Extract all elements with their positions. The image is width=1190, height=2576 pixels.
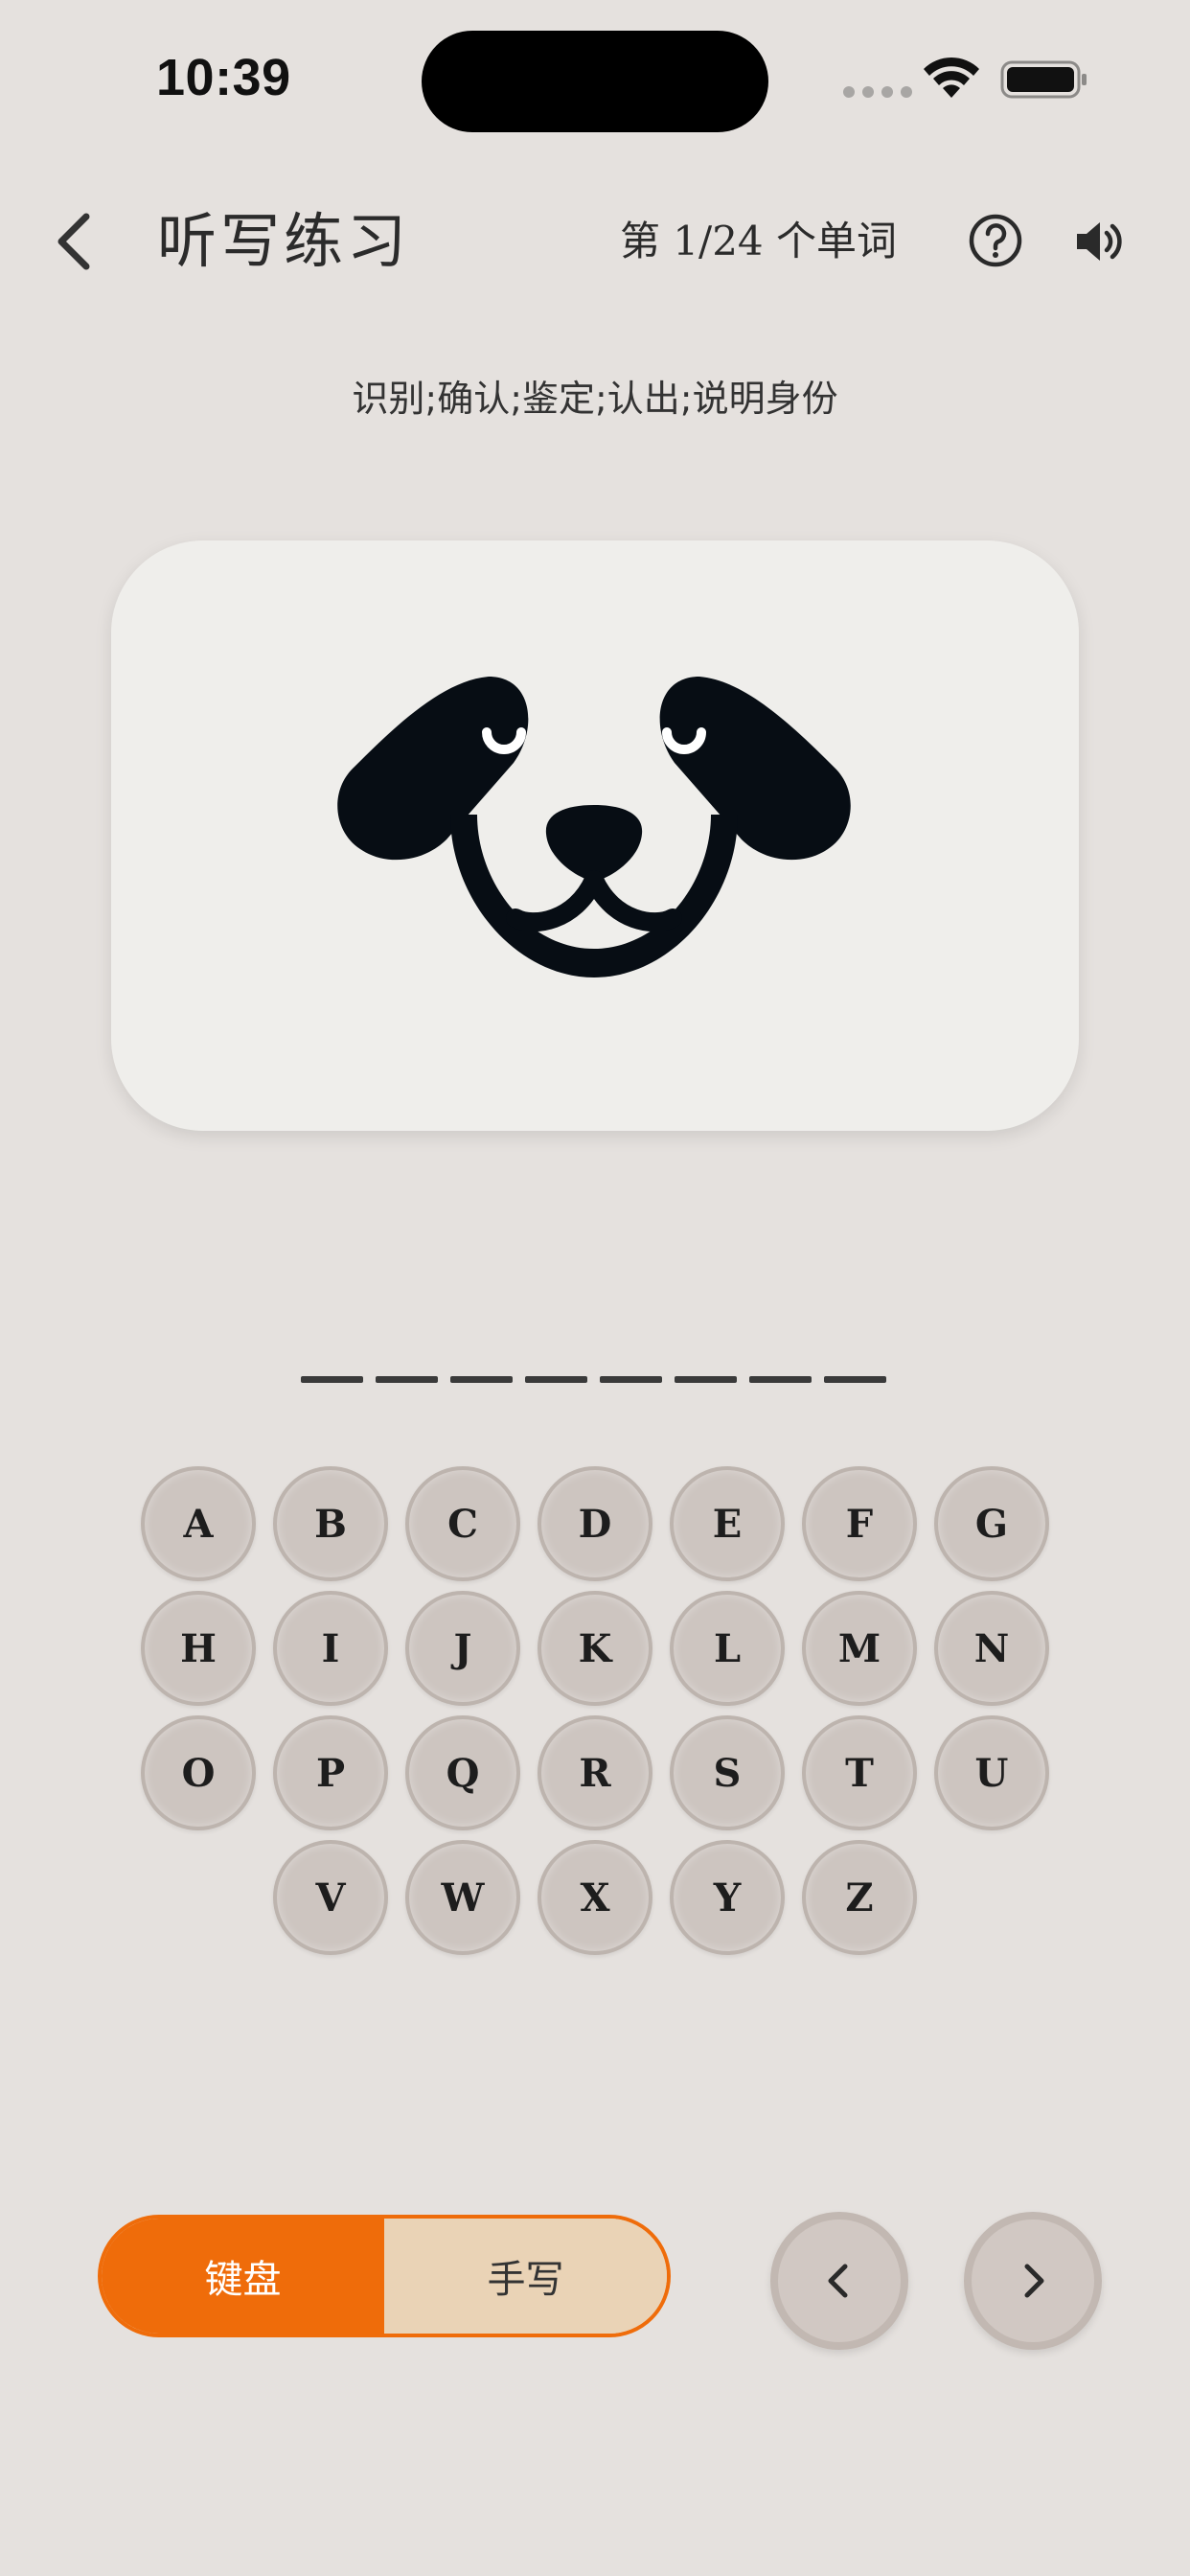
letter-keyboard: ABCDEFGHIJKLMNOPQRSTUVWXYZ: [0, 1466, 1190, 1965]
letter-key-u[interactable]: U: [934, 1715, 1049, 1830]
word-definition: 识别;确认;鉴定;认出;说明身份: [352, 378, 838, 420]
letter-key-q[interactable]: Q: [405, 1715, 520, 1830]
letter-key-t[interactable]: T: [802, 1715, 917, 1830]
letter-key-x[interactable]: X: [538, 1840, 652, 1955]
dynamic-island: [422, 31, 768, 132]
page-title: 听写练习: [157, 206, 411, 276]
letter-key-m[interactable]: M: [802, 1591, 917, 1706]
keyboard-row: VWXYZ: [0, 1840, 1190, 1955]
letter-key-d[interactable]: D: [538, 1466, 652, 1581]
letter-key-h[interactable]: H: [141, 1591, 256, 1706]
letter-key-i[interactable]: I: [273, 1591, 388, 1706]
chevron-right-icon: [1024, 2264, 1044, 2298]
chevron-left-icon: [828, 2264, 848, 2298]
answer-slot: [824, 1376, 886, 1383]
letter-key-k[interactable]: K: [538, 1591, 652, 1706]
letter-key-w[interactable]: W: [405, 1840, 520, 1955]
keyboard-row: OPQRSTU: [0, 1715, 1190, 1830]
next-word-button[interactable]: [964, 2212, 1102, 2350]
handwrite-mode-button[interactable]: 手写: [384, 2219, 667, 2334]
letter-key-c[interactable]: C: [405, 1466, 520, 1581]
answer-slot: [600, 1376, 662, 1383]
answer-slot: [376, 1376, 438, 1383]
letter-key-j[interactable]: J: [405, 1591, 520, 1706]
letter-key-f[interactable]: F: [802, 1466, 917, 1581]
battery-icon: [1000, 60, 1087, 99]
input-mode-toggle: 键盘 手写: [98, 2215, 671, 2337]
answer-slot: [525, 1376, 587, 1383]
letter-key-s[interactable]: S: [670, 1715, 785, 1830]
letter-key-a[interactable]: A: [141, 1466, 256, 1581]
speaker-icon[interactable]: [1073, 215, 1127, 268]
answer-slot: [301, 1376, 363, 1383]
letter-key-o[interactable]: O: [141, 1715, 256, 1830]
status-time: 10:39: [156, 49, 291, 106]
answer-slots: [301, 1376, 886, 1383]
answer-slot: [450, 1376, 513, 1383]
dog-face-icon: [337, 677, 851, 978]
keyboard-row: HIJKLMN: [0, 1591, 1190, 1706]
letter-key-g[interactable]: G: [934, 1466, 1049, 1581]
letter-key-r[interactable]: R: [538, 1715, 652, 1830]
letter-key-b[interactable]: B: [273, 1466, 388, 1581]
letter-key-l[interactable]: L: [670, 1591, 785, 1706]
letter-key-p[interactable]: P: [273, 1715, 388, 1830]
answer-slot: [749, 1376, 812, 1383]
keyboard-mode-button[interactable]: 键盘: [102, 2219, 384, 2334]
previous-word-button[interactable]: [770, 2212, 908, 2350]
word-progress: 第 1/24 个单词: [619, 218, 897, 264]
wifi-icon: [924, 57, 979, 98]
letter-key-y[interactable]: Y: [670, 1840, 785, 1955]
answer-slot: [675, 1376, 737, 1383]
keyboard-row: ABCDEFG: [0, 1466, 1190, 1581]
letter-key-v[interactable]: V: [273, 1840, 388, 1955]
back-chevron-icon[interactable]: [46, 203, 107, 280]
question-circle-icon[interactable]: [968, 213, 1023, 268]
letter-key-z[interactable]: Z: [802, 1840, 917, 1955]
letter-key-e[interactable]: E: [670, 1466, 785, 1581]
signal-dots-icon: [843, 86, 912, 98]
letter-key-n[interactable]: N: [934, 1591, 1049, 1706]
